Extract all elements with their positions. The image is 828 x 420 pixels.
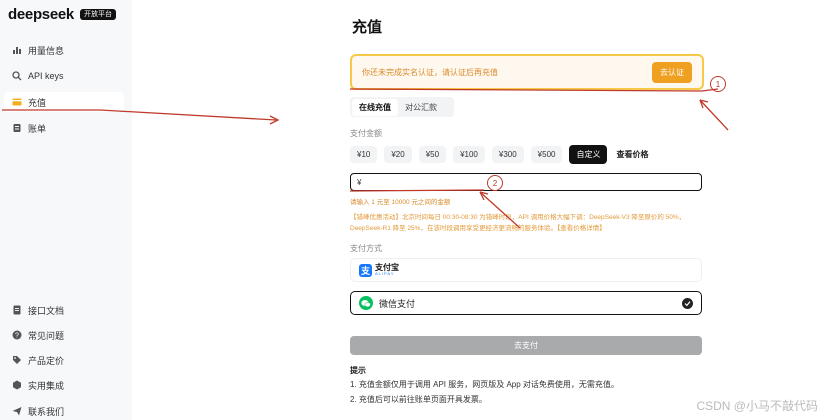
alipay-logo: 支 支付宝 ALIPAY <box>359 263 399 277</box>
question-icon: ? <box>12 330 22 340</box>
main-content: 充值 你还未完成实名认证，请认证后再充值 去认证 在线充值 对公汇款 支付金额 … <box>350 0 706 420</box>
sidebar-item-faq[interactable]: ? 常见问题 <box>4 325 124 345</box>
brand[interactable]: deepseek 开放平台 <box>8 6 116 23</box>
tip-item: 2. 充值后可以前往账单页面开具发票。 <box>350 395 487 404</box>
tab-online-recharge[interactable]: 在线充值 <box>352 98 398 116</box>
annotation-marker-1: 1 <box>710 76 726 92</box>
cube-icon <box>12 380 22 390</box>
sidebar-item-docs[interactable]: 接口文档 <box>4 300 124 320</box>
sidebar-item-label: 常见问题 <box>28 330 65 341</box>
sidebar-item-label: 接口文档 <box>28 305 65 316</box>
document-icon <box>12 305 22 315</box>
sidebar-item-pricing[interactable]: 产品定价 <box>4 350 124 370</box>
sidebar-item-label: API keys <box>28 71 64 81</box>
page-title: 充值 <box>352 19 383 36</box>
search-icon <box>12 71 22 81</box>
amount-option-10[interactable]: ¥10 <box>350 146 378 163</box>
receipt-icon <box>12 123 22 133</box>
sidebar-item-api-keys[interactable]: API keys <box>4 66 124 86</box>
amount-label: 支付金额 <box>350 129 382 138</box>
amount-hint: 请输入 1 元至 10000 元之间的金额 <box>350 199 451 206</box>
amount-option-500[interactable]: ¥500 <box>530 146 563 163</box>
tips-title: 提示 <box>350 366 366 375</box>
sidebar-item-contact[interactable]: 联系我们 <box>4 401 124 420</box>
pay-option-wechat[interactable]: 微信支付 <box>350 291 702 315</box>
sidebar-item-label: 充值 <box>28 97 47 108</box>
arrowhead-sidebar <box>269 115 280 125</box>
annotation-marker-2: 2 <box>487 175 503 191</box>
pay-method-label: 支付方式 <box>350 244 382 253</box>
amount-option-100[interactable]: ¥100 <box>453 146 485 163</box>
amount-option-custom[interactable]: 自定义 <box>569 145 608 164</box>
check-icon <box>682 297 693 309</box>
tag-icon <box>12 355 22 365</box>
sidebar-item-label: 用量信息 <box>28 45 65 56</box>
sidebar-item-label: 产品定价 <box>28 355 65 366</box>
amount-option-300[interactable]: ¥300 <box>491 146 524 163</box>
view-price-link[interactable]: 查看价格 <box>614 145 650 164</box>
sidebar-item-billing[interactable]: 账单 <box>4 118 124 138</box>
bar-chart-icon <box>12 45 22 55</box>
amount-options: ¥10 ¥20 ¥50 ¥100 ¥300 ¥500 自定义 查看价格 <box>350 145 650 164</box>
amount-option-50[interactable]: ¥50 <box>418 146 447 163</box>
promo-text: 【错峰优惠活动】北京时间每日 00:30-08:30 为错峰时段，API 调用价… <box>350 214 686 232</box>
tip-item: 1. 充值金额仅用于调用 API 服务，网页版及 App 对话免费使用，无需充值… <box>350 380 619 389</box>
pay-button[interactable]: 去支付 <box>350 336 702 355</box>
currency-prefix: ¥ <box>357 177 362 187</box>
wechat-icon <box>359 296 373 310</box>
custom-amount-input[interactable]: ¥ <box>350 173 702 191</box>
notice-text: 你还未完成实名认证，请认证后再充值 <box>362 67 498 77</box>
tab-bank-transfer[interactable]: 对公汇款 <box>398 99 444 116</box>
brand-badge: 开放平台 <box>79 9 116 20</box>
alipay-icon: 支 <box>359 263 372 277</box>
wechat-label: 微信支付 <box>379 298 416 309</box>
sidebar-item-integrations[interactable]: 实用集成 <box>4 375 124 395</box>
send-icon <box>12 406 22 416</box>
pay-option-alipay[interactable]: 支 支付宝 ALIPAY <box>350 258 702 282</box>
verification-notice: 你还未完成实名认证，请认证后再充值 去认证 <box>350 54 704 90</box>
amount-option-20[interactable]: ¥20 <box>384 146 412 163</box>
sidebar-item-usage[interactable]: 用量信息 <box>4 40 124 60</box>
watermark: CSDN @小马不敲代码 <box>696 399 818 413</box>
sidebar-item-label: 实用集成 <box>28 380 65 391</box>
alipay-label-en: ALIPAY <box>375 271 395 276</box>
verify-button[interactable]: 去认证 <box>652 61 692 83</box>
sidebar: deepseek 开放平台 用量信息 API keys 充值 账单 接口文档 ? <box>0 0 132 420</box>
recharge-tabs: 在线充值 对公汇款 <box>350 97 454 117</box>
sidebar-item-label: 联系我们 <box>28 406 65 417</box>
wallet-icon <box>12 97 22 107</box>
sidebar-item-recharge[interactable]: 充值 <box>4 92 124 112</box>
svg-text:?: ? <box>15 333 19 340</box>
sidebar-item-label: 账单 <box>28 123 47 134</box>
brand-name: deepseek <box>8 6 74 23</box>
